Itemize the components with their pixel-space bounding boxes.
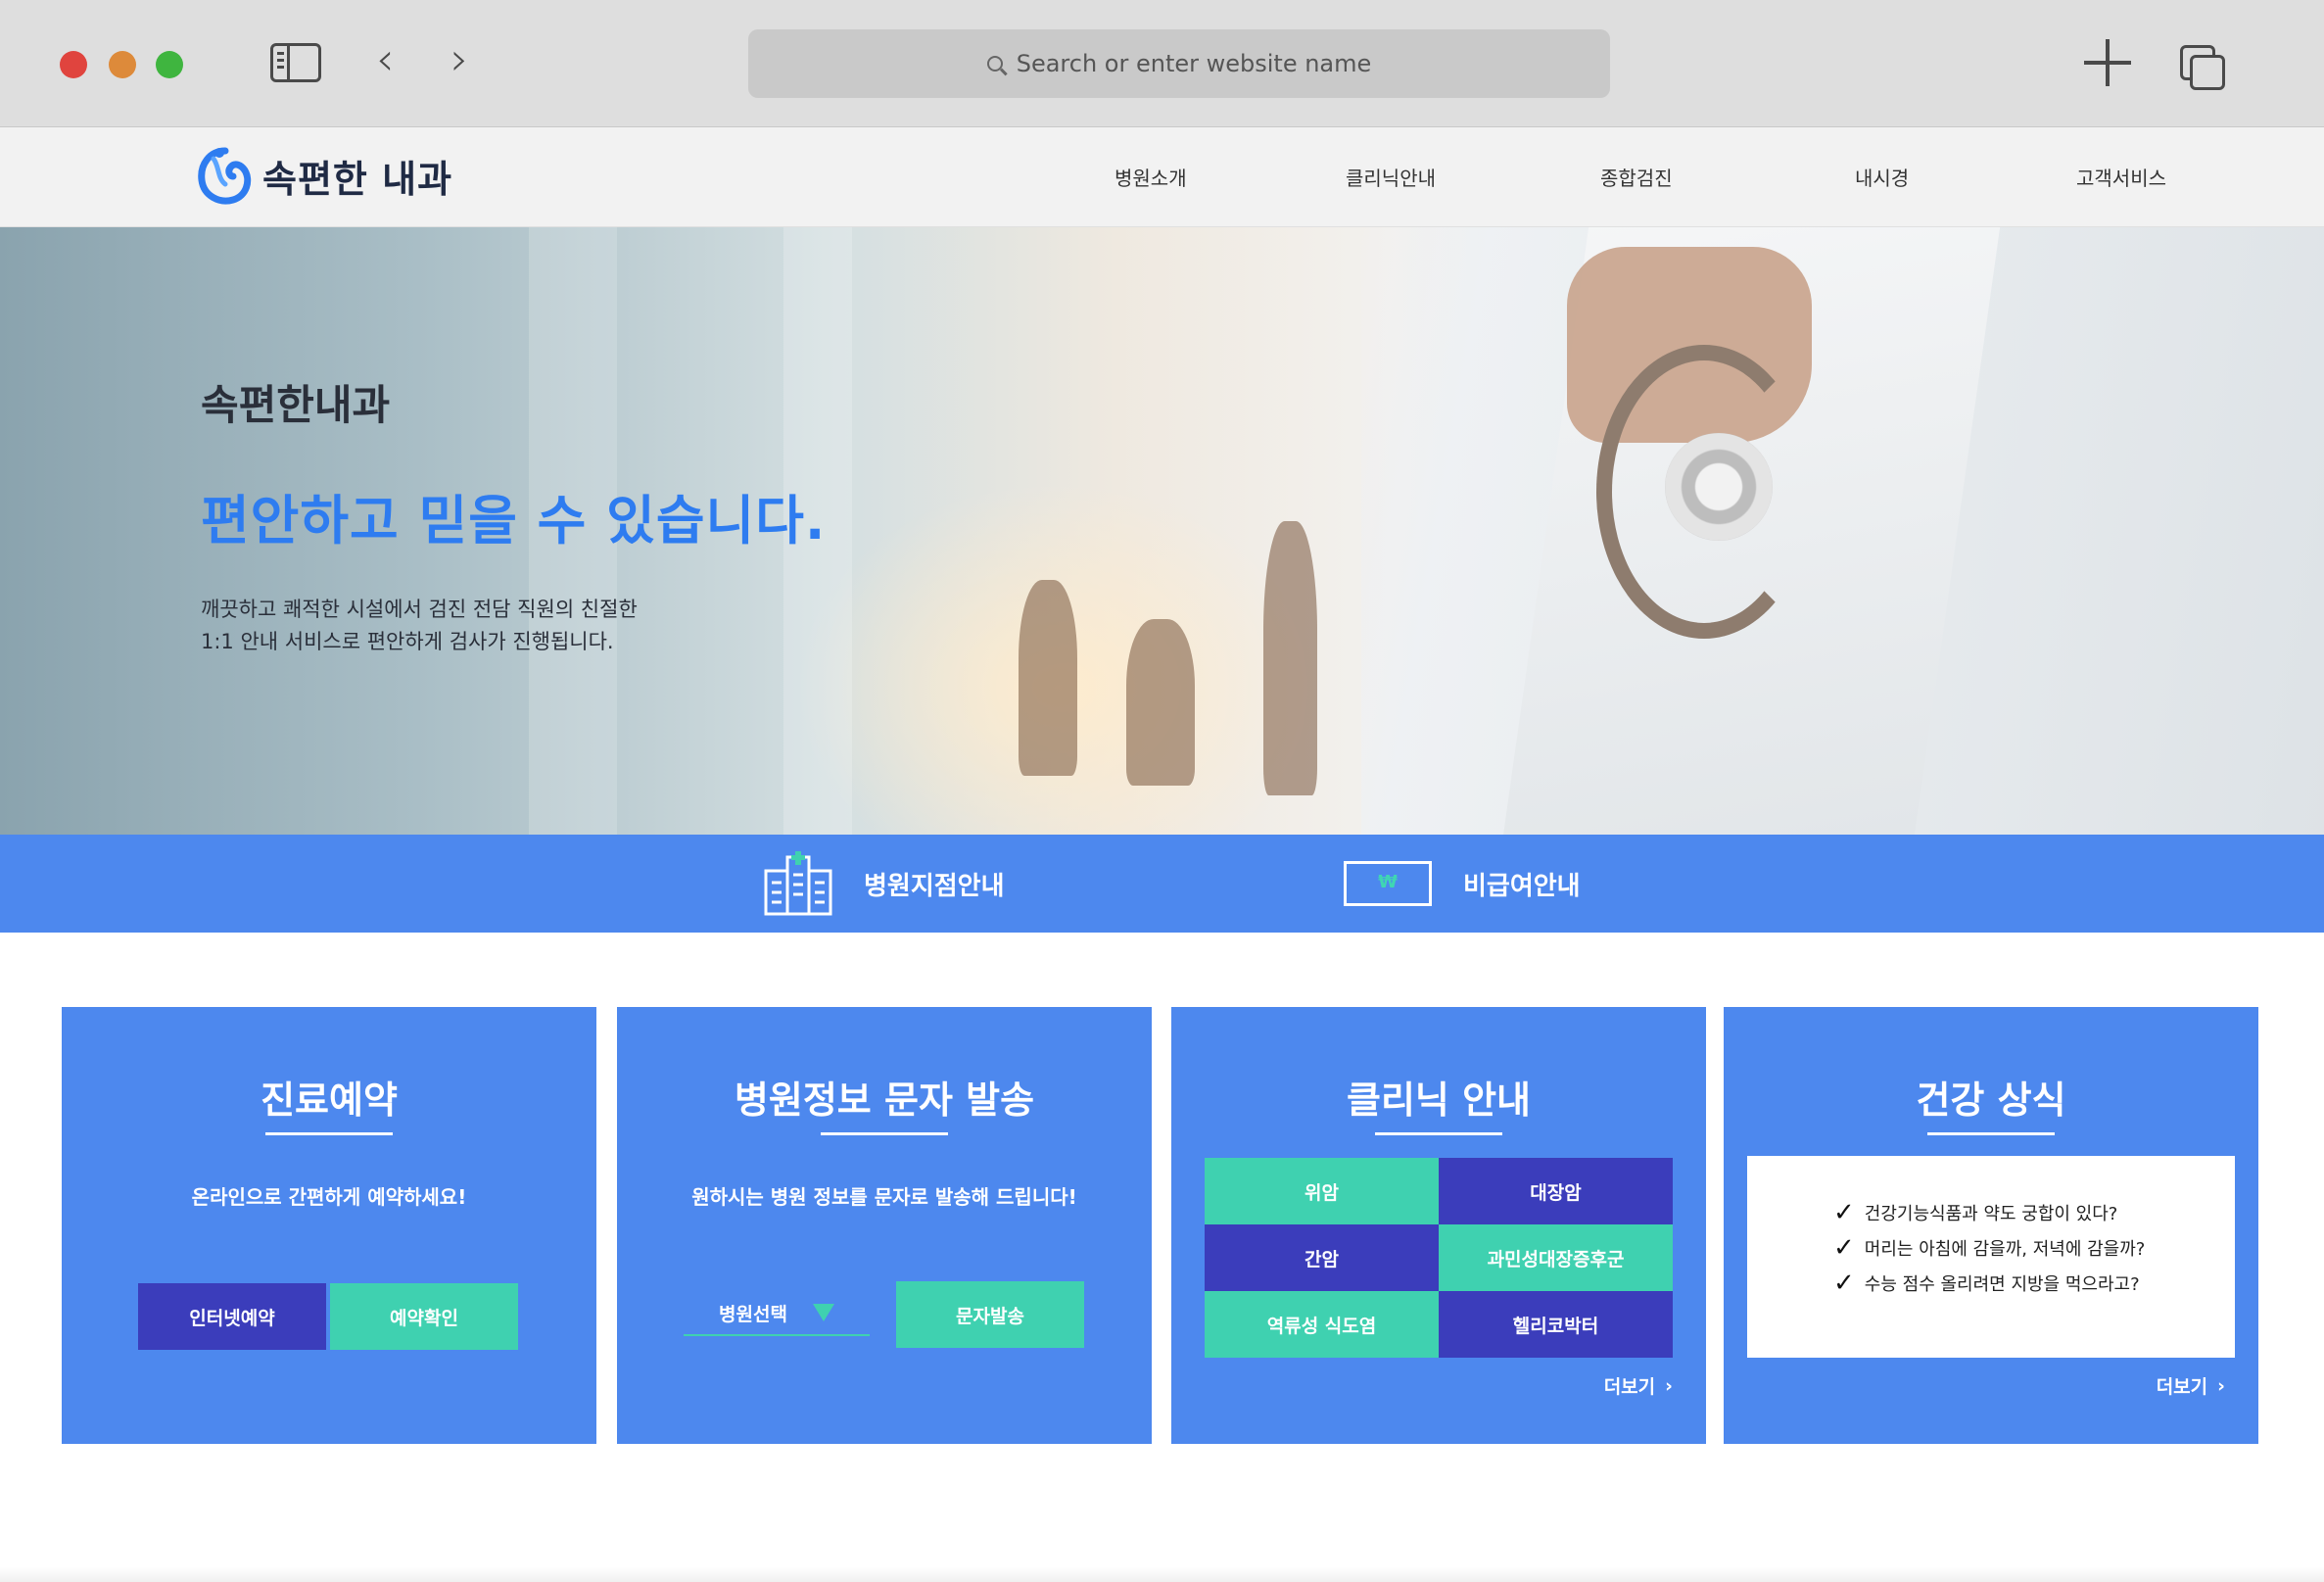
- chevron-right-icon: ›: [1665, 1374, 1673, 1397]
- chevron-right-icon: ›: [2217, 1374, 2225, 1397]
- stethoscope-icon: [1665, 433, 1773, 541]
- minimize-window-button[interactable]: [109, 51, 136, 78]
- clinic-item-reflux[interactable]: 역류성 식도염: [1205, 1291, 1439, 1358]
- reservation-card: 진료예약 온라인으로 간편하게 예약하세요! 인터넷예약 예약확인: [62, 1007, 596, 1444]
- online-reservation-button[interactable]: 인터넷예약: [138, 1283, 326, 1350]
- card-subtitle: 온라인으로 간편하게 예약하세요!: [191, 1185, 467, 1209]
- search-icon: [986, 56, 1003, 72]
- clinic-guide-card: 클리닉 안내 위암 대장암 간암 과민성대장증후군 역류성 식도염 헬리코박터 …: [1171, 1007, 1706, 1444]
- close-window-button[interactable]: [60, 51, 87, 78]
- card-subtitle: 원하시는 병원 정보를 문자로 발송해 드립니다!: [691, 1185, 1077, 1209]
- tip-item[interactable]: ✓ 수능 점수 올리려면 지방을 먹으라고?: [1833, 1266, 2235, 1301]
- hero-text: 속편한내과 편안하고 믿을 수 있습니다. 깨끗하고 쾌적한 시설에서 검진 전…: [201, 372, 826, 658]
- card-title: 건강 상식: [1916, 1079, 2066, 1122]
- send-sms-button[interactable]: 문자발송: [896, 1281, 1084, 1348]
- browser-toolbar: ‹ › Search or enter website name: [0, 0, 2324, 127]
- clinic-item-stomach-cancer[interactable]: 위암: [1205, 1158, 1439, 1224]
- non-covered-fee-label: 비급여안내: [1463, 871, 1581, 901]
- site-header: 속편한 내과 병원소개 클리닉안내 종합검진 내시경 고객서비스: [0, 127, 2324, 227]
- clinic-item-liver-cancer[interactable]: 간암: [1205, 1224, 1439, 1291]
- card-title: 병원정보 문자 발송: [734, 1079, 1035, 1122]
- quick-link-bar: 병원지점안내 ₩ 비급여안내: [0, 835, 2324, 933]
- card-underline: [1927, 1132, 2055, 1135]
- address-placeholder: Search or enter website name: [1016, 50, 1372, 77]
- more-label: 더보기: [1603, 1376, 1656, 1398]
- card-title: 진료예약: [261, 1079, 398, 1122]
- window-bottom-edge: [0, 1567, 2324, 1582]
- hero-description: 깨끗하고 쾌적한 시설에서 검진 전담 직원의 친절한 1:1 안내 서비스로 …: [201, 594, 826, 658]
- checkmark-icon: ✓: [1833, 1233, 1855, 1263]
- nav-item-health-checkup[interactable]: 종합검진: [1600, 163, 1673, 191]
- tip-text: 건강기능식품과 약도 궁합이 있다?: [1864, 1204, 2118, 1224]
- clinic-more-link[interactable]: 더보기 ›: [1604, 1372, 1673, 1399]
- nav-item-clinic-guide[interactable]: 클리닉안내: [1346, 163, 1436, 191]
- hero-banner: 속편한내과 편안하고 믿을 수 있습니다. 깨끗하고 쾌적한 시설에서 검진 전…: [0, 227, 2324, 835]
- clinic-item-helicobacter[interactable]: 헬리코박터: [1439, 1291, 1673, 1358]
- back-arrow-icon[interactable]: ‹: [376, 36, 394, 81]
- nav-item-endoscopy[interactable]: 내시경: [1855, 163, 1909, 191]
- clinic-grid: 위암 대장암 간암 과민성대장증후군 역류성 식도염 헬리코박터: [1205, 1158, 1673, 1358]
- hero-desc-line: 깨끗하고 쾌적한 시설에서 검진 전담 직원의 친절한: [201, 598, 638, 621]
- tip-text: 머리는 아침에 감을까, 저녁에 감을까?: [1864, 1239, 2146, 1260]
- sms-info-card: 병원정보 문자 발송 원하시는 병원 정보를 문자로 발송해 드립니다! 병원선…: [617, 1007, 1152, 1444]
- health-tips-card: 건강 상식 ✓ 건강기능식품과 약도 궁합이 있다? ✓ 머리는 아침에 감을까…: [1724, 1007, 2258, 1444]
- branch-info-label: 병원지점안내: [864, 871, 1005, 901]
- maximize-window-button[interactable]: [156, 51, 183, 78]
- hospital-select-label: 병원선택: [719, 1303, 787, 1325]
- clinic-item-ibs[interactable]: 과민성대장증후군: [1439, 1224, 1673, 1291]
- hero-silhouette: [1019, 580, 1077, 776]
- tip-item[interactable]: ✓ 머리는 아침에 감을까, 저녁에 감을까?: [1833, 1230, 2235, 1266]
- reservation-check-button[interactable]: 예약확인: [330, 1283, 518, 1350]
- new-tab-plus-icon[interactable]: [2084, 39, 2131, 86]
- non-covered-fee-link[interactable]: ₩ 비급여안내: [1344, 835, 1581, 933]
- nav-item-customer-service[interactable]: 고객서비스: [2076, 163, 2166, 191]
- won-symbol: ₩: [1378, 872, 1398, 892]
- won-bill-icon: ₩: [1344, 861, 1432, 906]
- health-more-link[interactable]: 더보기 ›: [2157, 1372, 2225, 1399]
- card-underline: [821, 1132, 948, 1135]
- tip-text: 수능 점수 올리려면 지방을 먹으라고?: [1864, 1274, 2140, 1295]
- card-title: 클리닉 안내: [1346, 1079, 1532, 1122]
- hero-desc-line: 1:1 안내 서비스로 편안하게 검사가 진행됩니다.: [201, 630, 614, 653]
- tips-list: ✓ 건강기능식품과 약도 궁합이 있다? ✓ 머리는 아침에 감을까, 저녁에 …: [1747, 1156, 2235, 1358]
- hero-silhouette: [1126, 619, 1195, 786]
- checkmark-icon: ✓: [1833, 1269, 1855, 1298]
- sidebar-toggle-icon[interactable]: [270, 43, 321, 82]
- more-label: 더보기: [2156, 1376, 2208, 1398]
- clinic-item-colon-cancer[interactable]: 대장암: [1439, 1158, 1673, 1224]
- checkmark-icon: ✓: [1833, 1198, 1855, 1227]
- building-icon: [764, 851, 832, 916]
- nav-item-hospital-intro[interactable]: 병원소개: [1115, 163, 1187, 191]
- hero-silhouette: [1263, 521, 1317, 795]
- tip-item[interactable]: ✓ 건강기능식품과 약도 궁합이 있다?: [1833, 1195, 2235, 1230]
- main-nav: 병원소개 클리닉안내 종합검진 내시경 고객서비스: [0, 163, 2324, 192]
- hero-subtitle: 속편한내과: [201, 381, 391, 429]
- branch-info-link[interactable]: 병원지점안내: [764, 835, 1005, 933]
- browser-window: ‹ › Search or enter website name 속편한 내과 …: [0, 0, 2324, 1582]
- card-underline: [1375, 1132, 1502, 1135]
- tab-overview-icon[interactable]: [2180, 45, 2227, 90]
- forward-arrow-icon[interactable]: ›: [451, 36, 468, 81]
- hospital-select[interactable]: 병원선택: [684, 1291, 870, 1336]
- hero-title: 편안하고 믿을 수 있습니다.: [201, 490, 827, 551]
- dropdown-triangle-icon: [812, 1304, 834, 1321]
- card-underline: [265, 1132, 393, 1135]
- address-bar[interactable]: Search or enter website name: [748, 29, 1610, 98]
